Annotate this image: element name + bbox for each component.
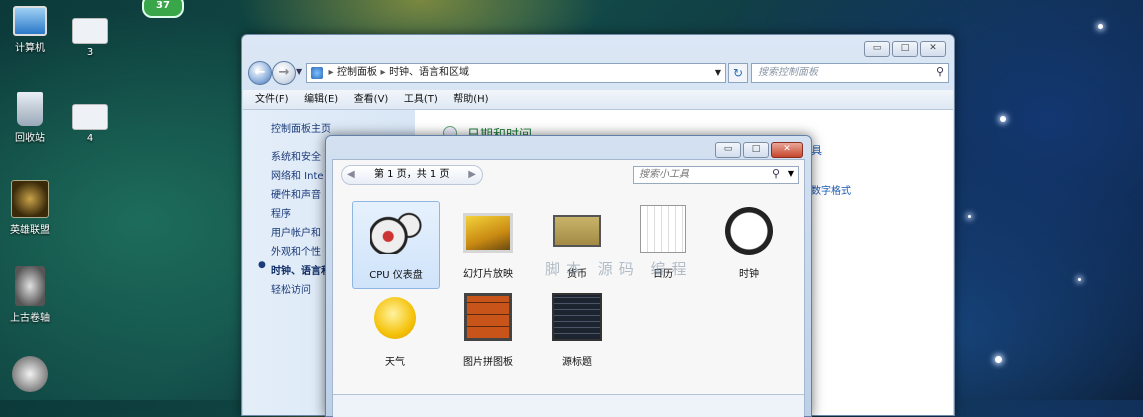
minimize-button[interactable]: ▭ xyxy=(715,142,741,158)
gadget-label: 时钟 xyxy=(739,269,759,280)
maximize-button[interactable]: □ xyxy=(892,41,918,57)
desktop-icon-recycle-bin[interactable]: 回收站 xyxy=(0,92,60,144)
breadcrumb-item[interactable]: 控制面板 xyxy=(337,67,377,78)
page-navigator: ◀ 第 1 页，共 1 页 ▶ xyxy=(341,165,483,185)
desktop-icon-skyrim[interactable]: 上古卷轴 xyxy=(0,266,60,324)
sidebar-item-hardware[interactable]: 硬件和声音 xyxy=(271,186,321,201)
desktop-icon-label: 回收站 xyxy=(15,133,45,144)
forward-button[interactable]: → xyxy=(272,61,296,85)
current-item-bullet-icon: ● xyxy=(258,260,266,270)
feed-headlines-icon xyxy=(552,293,602,341)
currency-icon xyxy=(553,215,601,247)
league-of-legends-icon xyxy=(11,180,49,218)
history-dropdown-icon[interactable]: ▼ xyxy=(296,67,302,76)
breadcrumb[interactable]: ▸ 控制面板 ▸ 时钟、语言和区域 ▼ xyxy=(306,63,726,83)
sidebar-item-clock-language[interactable]: 时钟、语言和 xyxy=(271,262,331,277)
desktop-icon-label: 4 xyxy=(86,133,94,144)
menu-bar: 文件(F) 编辑(E) 查看(V) 工具(T) 帮助(H) xyxy=(243,90,953,110)
desktop-icon-league-of-legends[interactable]: 英雄联盟 xyxy=(0,180,60,236)
dialog-footer xyxy=(333,394,804,417)
slideshow-icon xyxy=(463,213,513,253)
address-dropdown-icon[interactable]: ▼ xyxy=(715,64,721,82)
close-button[interactable]: ✕ xyxy=(771,142,803,158)
desktop-icon-label: 计算机 xyxy=(15,43,45,54)
window-thumbnail-icon xyxy=(72,18,108,44)
desktop-icon-folder-4[interactable]: 4 xyxy=(60,104,120,144)
gadget-picture-puzzle[interactable]: 图片拼图板 xyxy=(445,289,531,375)
search-icon[interactable]: ⚲ xyxy=(936,65,944,78)
gadget-clock[interactable]: 时钟 xyxy=(706,201,792,287)
gadget-feed-headlines[interactable]: 源标题 xyxy=(534,289,620,375)
computer-icon xyxy=(13,6,47,36)
search-input[interactable]: 搜索控制面板 ⚲ xyxy=(751,63,949,83)
search-icon[interactable]: ⚲ xyxy=(772,167,780,180)
sidebar-item-user-accounts[interactable]: 用户帐户和 xyxy=(271,224,321,239)
refresh-icon[interactable]: ↻ xyxy=(728,63,748,83)
cpu-meter-icon xyxy=(370,210,422,254)
search-placeholder: 搜索小工具 xyxy=(639,169,689,180)
prev-page-icon[interactable]: ◀ xyxy=(347,166,355,184)
breadcrumb-item[interactable]: 时钟、语言和区域 xyxy=(389,67,469,78)
menu-edit[interactable]: 编辑(E) xyxy=(298,90,344,109)
gadget-slideshow[interactable]: 幻灯片放映 xyxy=(445,201,531,287)
control-panel-icon xyxy=(311,67,323,79)
gadget-label: 幻灯片放映 xyxy=(463,269,513,280)
maximize-button[interactable]: □ xyxy=(743,142,769,158)
next-page-icon[interactable]: ▶ xyxy=(468,166,476,184)
gadget-label: CPU 仪表盘 xyxy=(369,270,423,281)
character-icon xyxy=(12,356,48,392)
watermark: 脚本 源码 编程 xyxy=(545,260,693,278)
sidebar-item-ease-of-access[interactable]: 轻松访问 xyxy=(271,281,311,296)
desktop-icon-label: 上古卷轴 xyxy=(10,313,50,324)
dialog-caption-buttons: ▭ □ ✕ xyxy=(715,142,803,158)
desktop-icon-folder-3[interactable]: 3 xyxy=(60,18,120,58)
notification-badge: 37 xyxy=(142,0,184,18)
recycle-bin-icon xyxy=(17,92,43,126)
search-dropdown-icon[interactable]: ▼ xyxy=(788,169,794,178)
skyrim-icon xyxy=(15,266,45,306)
menu-tools[interactable]: 工具(T) xyxy=(398,90,444,109)
menu-view[interactable]: 查看(V) xyxy=(348,90,395,109)
search-placeholder: 搜索控制面板 xyxy=(758,67,818,78)
gadget-label: 图片拼图板 xyxy=(463,357,513,368)
desktop-icon-label: 英雄联盟 xyxy=(10,225,50,236)
weather-sun-icon xyxy=(374,297,416,339)
sidebar-item-system-security[interactable]: 系统和安全 xyxy=(271,148,321,163)
menu-help[interactable]: 帮助(H) xyxy=(447,90,494,109)
calendar-icon xyxy=(640,205,686,253)
gadget-search-input[interactable]: 搜索小工具 ⚲ ▼ xyxy=(633,166,799,184)
menu-file[interactable]: 文件(F) xyxy=(249,90,295,109)
sidebar-item-appearance[interactable]: 外观和个性 xyxy=(271,243,321,258)
gadget-label: 源标题 xyxy=(562,357,592,368)
sidebar-item-network[interactable]: 网络和 Inte xyxy=(271,167,324,182)
minimize-button[interactable]: ▭ xyxy=(864,41,890,57)
desktop-icon-computer[interactable]: 计算机 xyxy=(0,6,60,54)
sidebar-item-programs[interactable]: 程序 xyxy=(271,205,291,220)
category-link[interactable]: 具 xyxy=(811,142,822,158)
picture-puzzle-icon xyxy=(464,293,512,341)
sidebar-item-home[interactable]: 控制面板主页 xyxy=(271,120,331,135)
gadget-weather[interactable]: 天气 xyxy=(352,289,438,375)
address-bar: ← → ▼ ▸ 控制面板 ▸ 时钟、语言和区域 ▼ ↻ 搜索控制面板 ⚲ xyxy=(248,61,949,85)
gadget-panel: ◀ 第 1 页，共 1 页 ▶ 搜索小工具 ⚲ ▼ CPU 仪表盘 幻灯片放映 … xyxy=(332,159,805,416)
page-label: 第 1 页，共 1 页 xyxy=(374,169,450,180)
back-button[interactable]: ← xyxy=(248,61,272,85)
desktop-icon-label: 3 xyxy=(86,47,94,58)
gadget-cpu-meter[interactable]: CPU 仪表盘 xyxy=(352,201,440,289)
window-thumbnail-icon xyxy=(72,104,108,130)
category-link[interactable]: 数字格式 xyxy=(811,182,851,197)
window-caption-buttons: ▭ □ ✕ xyxy=(864,41,946,57)
gadget-label: 天气 xyxy=(385,357,405,368)
close-button[interactable]: ✕ xyxy=(920,41,946,57)
clock-icon xyxy=(725,207,773,255)
desktop-icon-partial[interactable] xyxy=(0,356,60,395)
